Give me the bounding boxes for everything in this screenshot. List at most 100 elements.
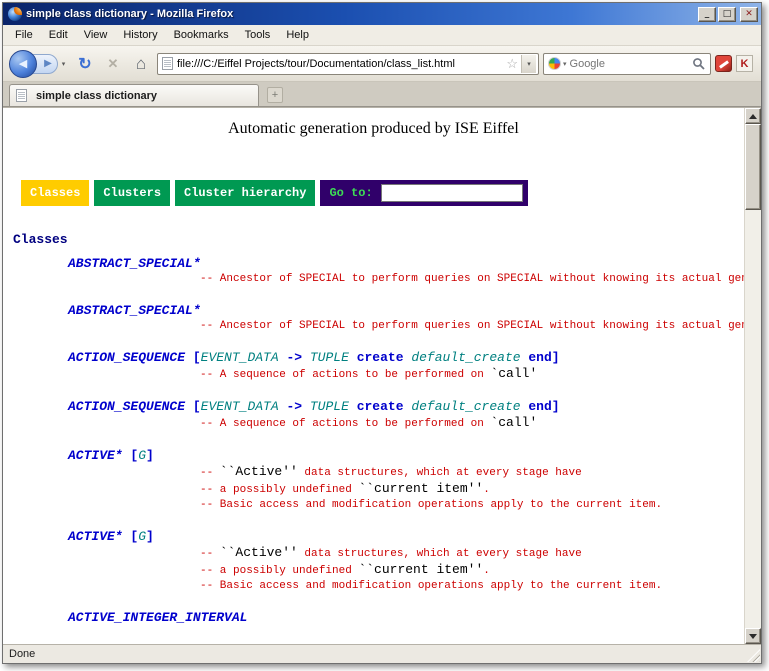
firefox-window: simple class dictionary - Mozilla Firefo… <box>2 2 762 664</box>
menu-help[interactable]: Help <box>278 26 317 44</box>
token-cmt: . <box>483 565 490 577</box>
entry-name[interactable]: ACTION_SEQUENCE [EVENT_DATA -> TUPLE cre… <box>3 398 744 415</box>
titlebar[interactable]: simple class dictionary - Mozilla Firefo… <box>3 3 761 25</box>
token-pun: [ <box>123 448 139 463</box>
entry-comment: -- a possibly undefined ``current item''… <box>3 562 744 579</box>
menu-bookmarks[interactable]: Bookmarks <box>166 26 237 44</box>
tab-label: simple class dictionary <box>36 90 157 102</box>
url-dropdown-button[interactable]: ▾ <box>521 55 536 73</box>
firefox-icon <box>8 7 22 21</box>
token-kw: end <box>528 399 551 414</box>
k-addon-icon[interactable]: K <box>736 55 753 72</box>
token-cmt: -- <box>200 548 220 560</box>
entry-comment: -- Ancestor of SPECIAL to perform querie… <box>3 319 744 334</box>
entry-comment: -- A sequence of actions to be performed… <box>3 366 744 383</box>
token-cls: ACTION_SEQUENCE <box>68 399 193 414</box>
token-cmt: -- Basic access and modification operati… <box>200 499 662 511</box>
token-cls: ACTIVE_INTEGER_INTERVAL <box>68 610 247 625</box>
tab-simple-class-dictionary[interactable]: simple class dictionary <box>9 84 259 106</box>
token-pun: [ <box>193 350 201 365</box>
refresh-icon[interactable]: ↻ <box>73 52 97 76</box>
scroll-down-button[interactable] <box>745 628 761 644</box>
token-code: ``Active'' <box>220 464 298 479</box>
window-title: simple class dictionary - Mozilla Firefo… <box>26 8 698 20</box>
menu-tools[interactable]: Tools <box>237 26 279 44</box>
down-arrow-icon <box>749 634 757 639</box>
new-tab-button[interactable]: + <box>267 87 283 103</box>
token-gen: default_create <box>411 350 520 365</box>
goto-label: Go to: <box>329 186 372 200</box>
token-gen: EVENT_DATA <box>201 350 279 365</box>
scroll-up-button[interactable] <box>745 108 761 124</box>
history-dropdown-icon[interactable]: ▾ <box>58 54 69 74</box>
token-cls: ABSTRACT_SPECIAL* <box>68 303 201 318</box>
search-engine-dropdown-icon[interactable]: ▾ <box>563 60 567 68</box>
token-code: ``Active'' <box>220 545 298 560</box>
search-bar[interactable]: ▾ <box>543 53 711 75</box>
scrollbar-thumb[interactable] <box>745 124 761 210</box>
menu-edit[interactable]: Edit <box>41 26 76 44</box>
antivirus-addon-icon[interactable] <box>715 55 732 72</box>
token-pun: ] <box>146 529 154 544</box>
entry-name[interactable]: ACTIVE_INTEGER_INTERVAL <box>3 609 744 626</box>
search-input[interactable] <box>570 58 692 70</box>
class-entry: ABSTRACT_SPECIAL*-- Ancestor of SPECIAL … <box>3 302 744 334</box>
token-cmt: -- a possibly undefined <box>200 565 358 577</box>
stop-icon[interactable]: ✕ <box>101 52 125 76</box>
token-cmt: -- A sequence of actions to be performed… <box>200 369 490 381</box>
scrollbar-track[interactable] <box>745 124 761 628</box>
up-arrow-icon <box>749 114 757 119</box>
entry-name[interactable]: ACTIVE* [G] <box>3 447 744 464</box>
clusters-button[interactable]: Clusters <box>94 180 170 206</box>
search-magnifier-icon[interactable] <box>692 57 706 71</box>
entry-comment: -- ``Active'' data structures, which at … <box>3 464 744 481</box>
token-gen: default_create <box>411 399 520 414</box>
entry-name[interactable]: ACTIVE* [G] <box>3 528 744 545</box>
vertical-scrollbar[interactable] <box>744 108 761 644</box>
menu-view[interactable]: View <box>76 26 116 44</box>
token-cmt: -- <box>200 467 220 479</box>
back-button[interactable]: ◀ <box>9 50 37 78</box>
token-cls: ACTION_SEQUENCE <box>68 350 193 365</box>
cluster-hierarchy-button[interactable]: Cluster hierarchy <box>175 180 315 206</box>
entry-comment: -- ``Active'' data structures, which at … <box>3 545 744 562</box>
page-content: Automatic generation produced by ISE Eif… <box>3 108 744 644</box>
tab-bar: simple class dictionary + <box>3 82 761 107</box>
bookmark-star-icon[interactable]: ☆ <box>506 56 518 72</box>
page-icon <box>162 57 173 70</box>
menu-history[interactable]: History <box>115 26 165 44</box>
class-entry: ACTIVE* [G]-- ``Active'' data structures… <box>3 528 744 594</box>
token-code: ``current item'' <box>358 481 483 496</box>
navigation-toolbar: ◀ ▶ ▾ ↻ ✕ ⌂ ☆ ▾ ▾ K <box>3 46 761 82</box>
token-cls: ACTIVE* <box>68 529 123 544</box>
token-code: `call' <box>490 366 537 381</box>
token-pun: [ <box>193 399 201 414</box>
token-pun: ] <box>552 350 560 365</box>
status-text: Done <box>9 648 35 660</box>
entry-name[interactable]: ACTION_SEQUENCE [EVENT_DATA -> TUPLE cre… <box>3 349 744 366</box>
token-pun: -> <box>279 399 310 414</box>
tab-page-icon <box>16 89 27 102</box>
classes-button[interactable]: Classes <box>21 180 89 206</box>
token-code: `call' <box>490 415 537 430</box>
entry-name[interactable]: ABSTRACT_SPECIAL* <box>3 302 744 319</box>
token-cls: ACTIVE* <box>68 448 123 463</box>
token-pun <box>349 350 357 365</box>
maximize-button[interactable]: □ <box>718 7 736 22</box>
minimize-button[interactable]: _ <box>698 7 716 22</box>
url-input[interactable] <box>177 58 503 70</box>
google-icon[interactable] <box>548 57 561 70</box>
class-entry: ACTION_SEQUENCE [EVENT_DATA -> TUPLE cre… <box>3 398 744 432</box>
classes-section-title: Classes <box>13 232 744 247</box>
url-bar[interactable]: ☆ ▾ <box>157 53 539 75</box>
goto-input[interactable] <box>381 184 523 202</box>
token-cmt: data structures, which at every stage ha… <box>298 548 582 560</box>
window-controls: _ □ ✕ <box>698 7 758 22</box>
close-button[interactable]: ✕ <box>740 7 758 22</box>
class-entry: ACTIVE* [G]-- ``Active'' data structures… <box>3 447 744 513</box>
resize-grip[interactable] <box>747 649 760 662</box>
goto-form: Go to: <box>320 180 527 206</box>
entry-name[interactable]: ABSTRACT_SPECIAL* <box>3 255 744 272</box>
home-icon[interactable]: ⌂ <box>129 52 153 76</box>
menu-file[interactable]: File <box>7 26 41 44</box>
